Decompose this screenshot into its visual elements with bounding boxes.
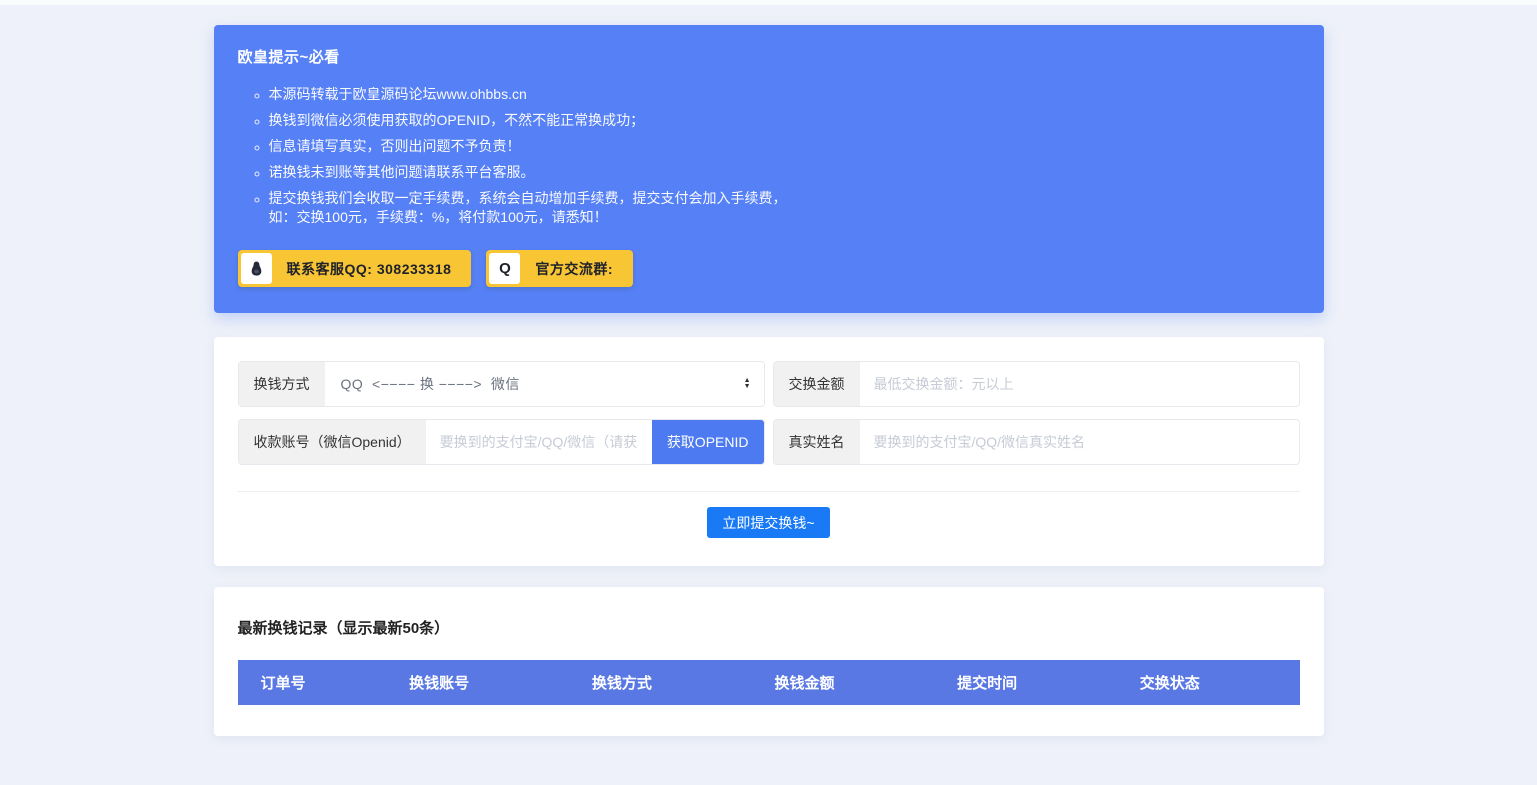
notice-panel: 欧皇提示~必看 本源码转载于欧皇源码论坛www.ohbbs.cn 换钱到微信必须… bbox=[214, 25, 1324, 313]
notice-item: 换钱到微信必须使用获取的OPENID，不然不能正常换成功； bbox=[269, 111, 1300, 131]
col-exchange-amount: 换钱金额 bbox=[751, 660, 934, 705]
submit-exchange-button[interactable]: 立即提交换钱~ bbox=[707, 507, 829, 538]
records-table: 订单号 换钱账号 换钱方式 换钱金额 提交时间 交换状态 bbox=[238, 660, 1300, 705]
official-group-button[interactable]: Q 官方交流群: bbox=[486, 250, 633, 287]
col-exchange-method: 换钱方式 bbox=[569, 660, 752, 705]
form-divider bbox=[238, 491, 1300, 492]
col-exchange-account: 换钱账号 bbox=[386, 660, 569, 705]
contact-qq-button[interactable]: 联系客服QQ: 308233318 bbox=[238, 250, 472, 287]
exchange-method-group: 换钱方式 QQ <−−−− 换 −−−−> 微信 ▲▼ bbox=[238, 361, 765, 407]
notice-buttons-row: 联系客服QQ: 308233318 Q 官方交流群: bbox=[238, 250, 1300, 287]
submit-row: 立即提交换钱~ bbox=[238, 507, 1300, 538]
notice-item: 诺换钱未到账等其他问题请联系平台客服。 bbox=[269, 163, 1300, 183]
qq-penguin-icon bbox=[241, 253, 272, 284]
official-group-label: 官方交流群: bbox=[535, 259, 613, 279]
col-order-id: 订单号 bbox=[238, 660, 387, 705]
contact-qq-label: 联系客服QQ: 308233318 bbox=[287, 259, 452, 279]
exchange-method-value: QQ <−−−− 换 −−−−> 微信 bbox=[341, 374, 520, 394]
form-row-2: 收款账号（微信Openid） 获取OPENID 真实姓名 bbox=[238, 419, 1300, 465]
records-card: 最新换钱记录（显示最新50条） 订单号 换钱账号 换钱方式 换钱金额 提交时间 … bbox=[214, 587, 1324, 736]
q-letter-icon: Q bbox=[489, 253, 520, 284]
exchange-amount-group: 交换金额 bbox=[773, 361, 1300, 407]
notice-item: 提交换钱我们会收取一定手续费，系统会自动增加手续费，提交支付会加入手续费， 如：… bbox=[269, 189, 1300, 229]
records-title: 最新换钱记录（显示最新50条） bbox=[238, 617, 1300, 638]
page-container: 欧皇提示~必看 本源码转载于欧皇源码论坛www.ohbbs.cn 换钱到微信必须… bbox=[214, 25, 1324, 736]
get-openid-button[interactable]: 获取OPENID bbox=[652, 420, 764, 464]
col-submit-time: 提交时间 bbox=[934, 660, 1117, 705]
notice-item: 信息请填写真实，否则出问题不予负责！ bbox=[269, 137, 1300, 157]
form-row-1: 换钱方式 QQ <−−−− 换 −−−−> 微信 ▲▼ 交换金额 bbox=[238, 361, 1300, 407]
exchange-amount-label: 交换金额 bbox=[774, 362, 860, 406]
real-name-group: 真实姓名 bbox=[773, 419, 1300, 465]
real-name-input[interactable] bbox=[860, 420, 1299, 464]
top-strip bbox=[0, 0, 1537, 5]
exchange-method-select[interactable]: QQ <−−−− 换 −−−−> 微信 ▲▼ bbox=[325, 362, 764, 406]
receive-account-label: 收款账号（微信Openid） bbox=[239, 420, 426, 464]
notice-list: 本源码转载于欧皇源码论坛www.ohbbs.cn 换钱到微信必须使用获取的OPE… bbox=[238, 85, 1300, 228]
exchange-amount-input[interactable] bbox=[860, 362, 1299, 406]
col-exchange-status: 交换状态 bbox=[1117, 660, 1300, 705]
exchange-method-label: 换钱方式 bbox=[239, 362, 325, 406]
real-name-label: 真实姓名 bbox=[774, 420, 860, 464]
exchange-form-card: 换钱方式 QQ <−−−− 换 −−−−> 微信 ▲▼ 交换金额 收款账号（微信… bbox=[214, 337, 1324, 566]
receive-account-group: 收款账号（微信Openid） 获取OPENID bbox=[238, 419, 765, 465]
select-arrow-icon: ▲▼ bbox=[744, 378, 751, 390]
notice-title: 欧皇提示~必看 bbox=[238, 46, 1300, 67]
receive-account-input[interactable] bbox=[426, 420, 652, 464]
notice-item: 本源码转载于欧皇源码论坛www.ohbbs.cn bbox=[269, 85, 1300, 105]
records-header-row: 订单号 换钱账号 换钱方式 换钱金额 提交时间 交换状态 bbox=[238, 660, 1300, 705]
